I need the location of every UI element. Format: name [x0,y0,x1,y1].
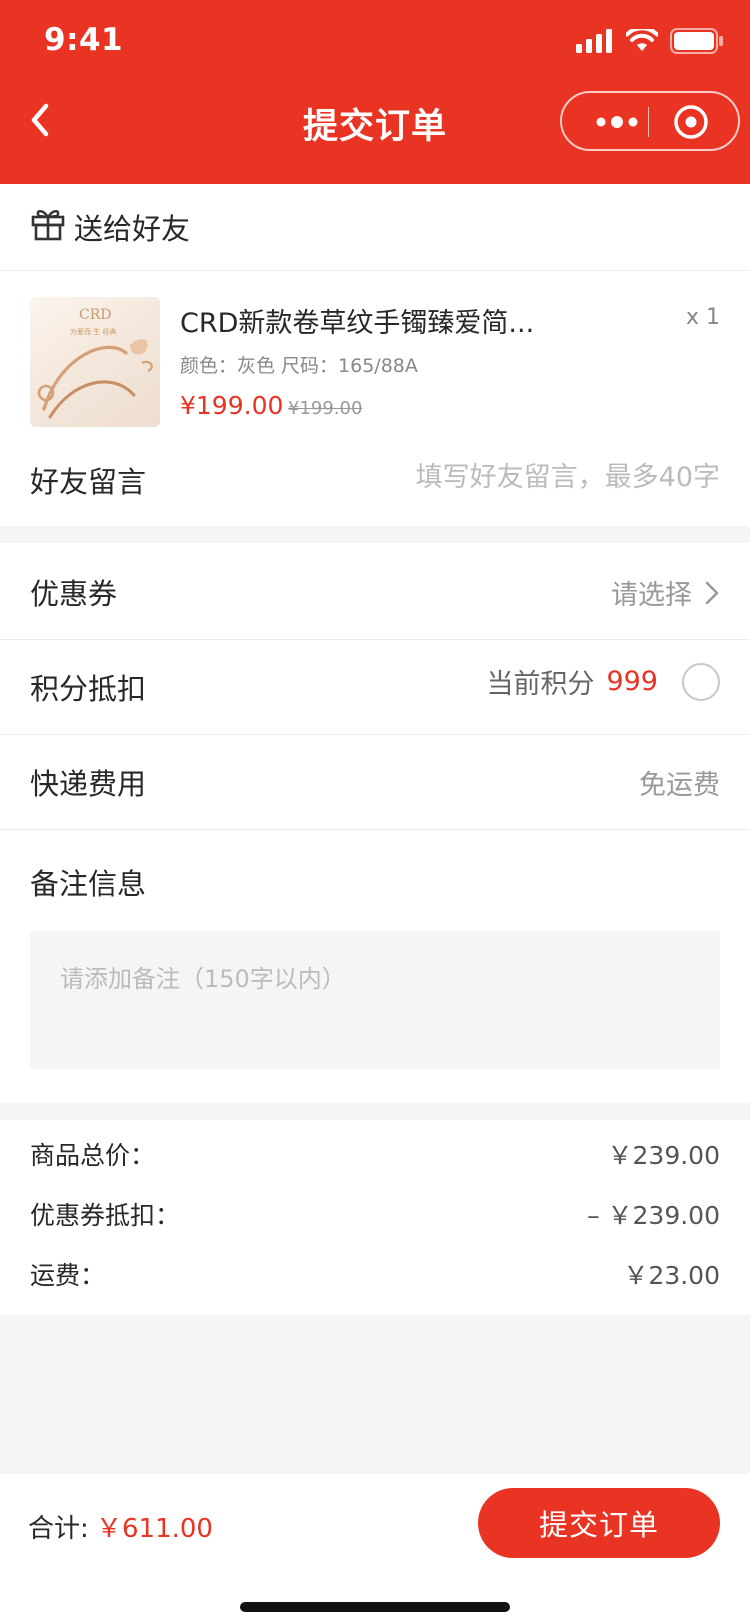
shipping-label: 快递费用 [30,767,147,801]
subtotal-value: ￥239.00 [607,1141,720,1170]
capsule-divider [648,107,649,137]
chevron-right-icon [705,581,719,604]
status-icons [576,26,724,56]
shipping-row: 快递费用 免运费 [0,735,750,829]
wifi-icon [626,29,658,51]
friend-message-label: 好友留言 [30,465,147,499]
bracelet-graphic [37,339,153,419]
price-summary: 商品总价： ￥239.00 优惠券抵扣： – ￥239.00 运费： ￥23.0… [0,1120,750,1315]
product-name: CRD新款卷草纹手镯臻爱简... [180,308,535,339]
submit-order-button[interactable]: 提交订单 [478,1488,720,1558]
order-options: 优惠券 请选择 积分抵扣 当前积分 999 快递费用 免运费 备注信息 [0,543,750,1103]
points-text: 当前积分 [486,669,595,700]
gift-icon [31,210,65,241]
total-value: ￥611.00 [96,1514,213,1544]
freight-label: 运费： [30,1261,106,1290]
product-image[interactable]: CRD 为爱而 生 经典 [30,297,160,427]
product-spec: 颜色：灰色 尺码：165/88A [180,355,418,377]
shipping-value: 免运费 [639,770,720,801]
product-original-price: ¥199.00 [288,398,363,419]
points-label: 积分抵扣 [30,672,147,706]
coupon-discount-label: 优惠券抵扣： [30,1201,181,1230]
product-card: CRD 为爱而 生 经典 CRD新款卷草纹手镯臻爱简... x 1 颜色：灰色 … [0,271,750,526]
product-quantity: x 1 [685,305,720,330]
header-bar: 9:41 提交订单 [0,0,750,184]
product-price: ¥199.00 [180,391,284,420]
coupon-row[interactable]: 优惠券 请选择 [0,543,750,639]
battery-icon [670,28,723,54]
friend-message-input[interactable] [320,455,720,499]
total-label: 合计: [28,1514,89,1544]
signal-icon [576,29,612,53]
freight-value: ￥23.00 [623,1261,720,1290]
gift-row[interactable]: 送给好友 [0,184,750,270]
more-icon[interactable] [592,111,642,133]
divider [0,829,750,830]
points-info: 当前积分 999 [486,662,720,701]
points-radio[interactable] [682,662,720,701]
coupon-discount-value: – ￥239.00 [587,1201,720,1230]
remark-input[interactable] [30,931,720,1069]
menu-capsule [560,91,740,151]
remark-label: 备注信息 [30,867,147,901]
home-indicator [240,1602,510,1612]
close-miniprogram-icon[interactable] [672,103,710,141]
coupon-label: 优惠券 [30,577,118,611]
gift-label: 送给好友 [74,212,191,246]
subtotal-label: 商品总价： [30,1141,156,1170]
status-time: 9:41 [44,22,124,58]
coupon-value: 请选择 [611,580,692,611]
coupon-select[interactable]: 请选择 [611,573,720,612]
footer-bar: 合计: ￥611.00 提交订单 [0,1474,750,1624]
points-row: 积分抵扣 当前积分 999 [0,640,750,734]
points-value: 999 [606,666,658,697]
